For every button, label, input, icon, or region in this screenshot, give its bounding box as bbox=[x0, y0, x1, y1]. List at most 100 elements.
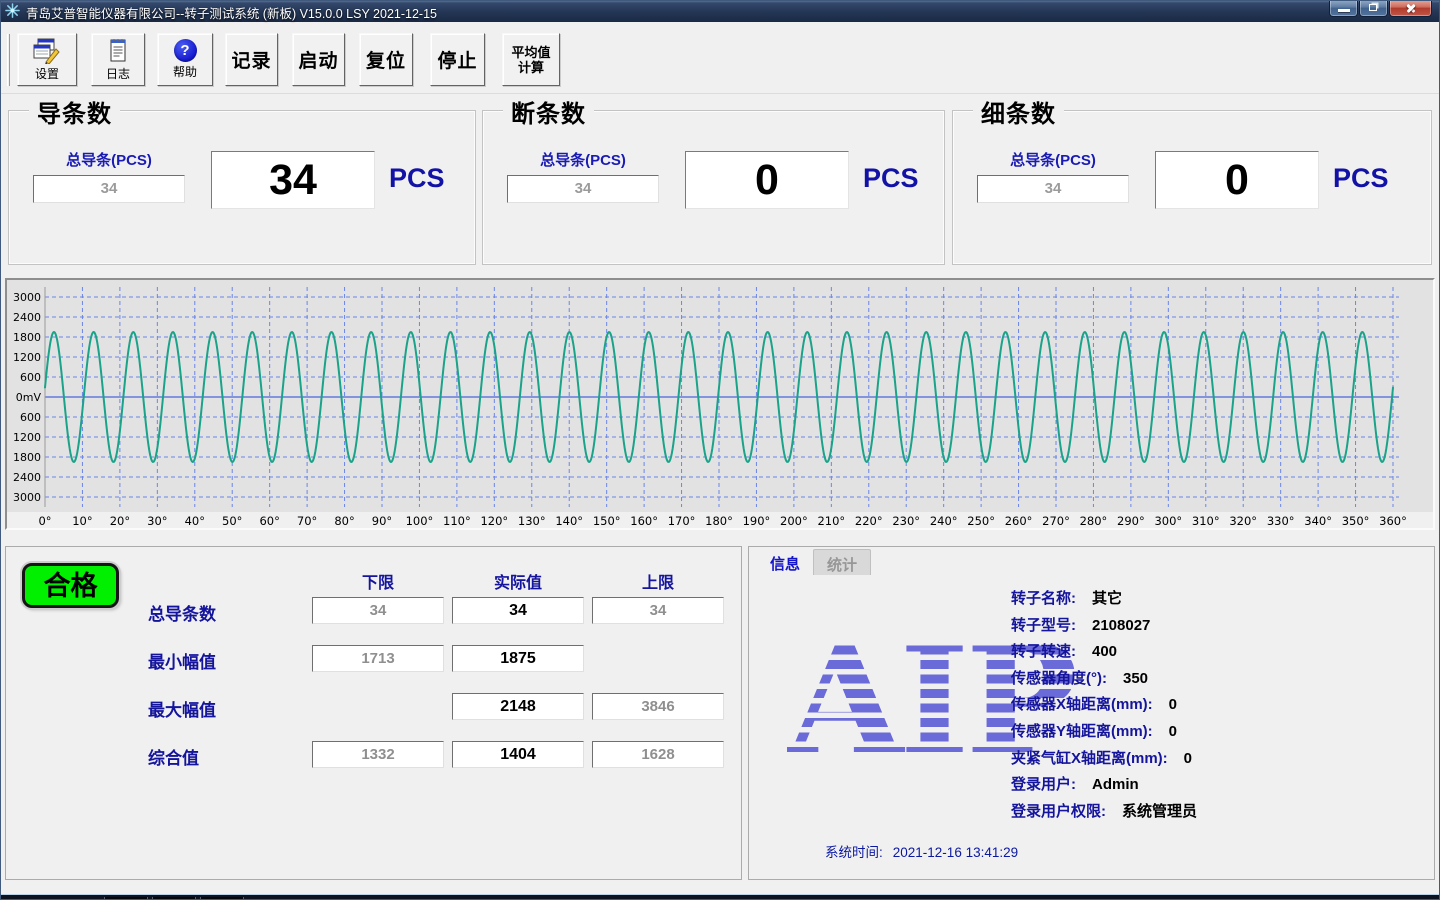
waveform-svg: 0°10°20°30°40°50°60°70°80°90°100°110°120… bbox=[7, 280, 1433, 528]
svg-text:3000: 3000 bbox=[13, 491, 41, 504]
results-lower-box: 34 bbox=[312, 597, 444, 624]
snowflake-app-icon bbox=[5, 3, 20, 18]
info-field-label: 转子转速: bbox=[1011, 643, 1076, 660]
info-field-value: 2108027 bbox=[1092, 617, 1150, 634]
help-icon: ? bbox=[174, 39, 197, 62]
svg-text:330°: 330° bbox=[1267, 514, 1295, 528]
total-bars-preset-input[interactable]: 34 bbox=[33, 175, 185, 203]
results-actual-box: 34 bbox=[452, 597, 584, 624]
broken-group-title: 断条数 bbox=[503, 94, 594, 129]
info-field-value: 400 bbox=[1092, 643, 1117, 660]
info-field: 登录用户权限:系统管理员 bbox=[1011, 800, 1197, 827]
broken-bar-count-group: 断条数 总导条(PCS) 34 0 PCS bbox=[482, 110, 945, 265]
svg-text:290°: 290° bbox=[1117, 514, 1145, 528]
total-bars-preset-input[interactable]: 34 bbox=[977, 175, 1129, 203]
start-button[interactable]: 启动 bbox=[292, 33, 345, 86]
svg-text:100°: 100° bbox=[406, 514, 434, 528]
waveform-chart: 0°10°20°30°40°50°60°70°80°90°100°110°120… bbox=[5, 278, 1435, 530]
results-actual-box: 2148 bbox=[452, 693, 584, 720]
info-field: 转子转速: 400 bbox=[1011, 640, 1197, 667]
total-bars-preset-input[interactable]: 34 bbox=[507, 175, 659, 203]
average-calc-button[interactable]: 平均值 计算 bbox=[502, 33, 560, 86]
record-button[interactable]: 记录 bbox=[225, 33, 278, 86]
conductor-count-group: 导条数 总导条(PCS) 34 34 PCS bbox=[8, 110, 476, 265]
restore-button[interactable] bbox=[1359, 0, 1388, 17]
taskbar-edge[interactable] bbox=[0, 894, 1440, 900]
svg-text:600: 600 bbox=[20, 411, 41, 424]
svg-text:0mV: 0mV bbox=[16, 391, 42, 404]
log-button-label: 日志 bbox=[106, 65, 130, 82]
settings-button[interactable]: 设置 bbox=[17, 33, 77, 86]
svg-text:600: 600 bbox=[20, 371, 41, 384]
results-row-label: 最小幅值 bbox=[148, 648, 308, 673]
svg-text:160°: 160° bbox=[630, 514, 658, 528]
svg-text:200°: 200° bbox=[780, 514, 808, 528]
info-field-value: 系统管理员 bbox=[1122, 803, 1197, 820]
svg-text:3000: 3000 bbox=[13, 291, 41, 304]
log-button[interactable]: 日志 bbox=[91, 33, 145, 86]
total-bars-label: 总导条(PCS) bbox=[977, 149, 1129, 170]
conductor-count-display: 34 bbox=[211, 151, 375, 209]
info-field-label: 传感器角度(°): bbox=[1011, 670, 1107, 687]
results-upper-box: 1628 bbox=[592, 741, 724, 768]
system-time-value: 2021-12-16 13:41:29 bbox=[893, 845, 1018, 860]
pcs-unit-label: PCS bbox=[389, 163, 445, 194]
average-calc-label-line2: 计算 bbox=[518, 60, 544, 75]
results-upper-box: 34 bbox=[592, 597, 724, 624]
broken-count-display: 0 bbox=[685, 151, 849, 209]
stop-button[interactable]: 停止 bbox=[430, 33, 485, 86]
info-field-value: 0 bbox=[1169, 696, 1177, 713]
thin-bar-count-group: 细条数 总导条(PCS) 34 0 PCS bbox=[952, 110, 1432, 265]
svg-text:60°: 60° bbox=[259, 514, 279, 528]
help-button[interactable]: ? 帮助 bbox=[157, 33, 213, 86]
svg-text:10°: 10° bbox=[72, 514, 92, 528]
svg-text:1200: 1200 bbox=[13, 351, 41, 364]
close-button[interactable] bbox=[1389, 0, 1432, 17]
svg-text:150°: 150° bbox=[593, 514, 621, 528]
results-header-upper: 上限 bbox=[592, 569, 724, 593]
info-field-label: 登录用户: bbox=[1011, 776, 1076, 793]
info-field: 转子型号: 2108027 bbox=[1011, 614, 1197, 641]
total-bars-label: 总导条(PCS) bbox=[507, 149, 659, 170]
settings-icon bbox=[33, 38, 61, 64]
svg-text:280°: 280° bbox=[1080, 514, 1108, 528]
info-field-value: 350 bbox=[1123, 670, 1148, 687]
svg-text:220°: 220° bbox=[855, 514, 883, 528]
info-field-label: 传感器Y轴距离(mm): bbox=[1011, 723, 1153, 740]
svg-text:130°: 130° bbox=[518, 514, 546, 528]
tab-stats[interactable]: 统计 bbox=[813, 549, 871, 575]
results-row-label: 最大幅值 bbox=[148, 696, 308, 721]
tab-info[interactable]: 信息 bbox=[757, 549, 813, 575]
info-field: 传感器Y轴距离(mm):0 bbox=[1011, 720, 1197, 747]
info-field: 登录用户:Admin bbox=[1011, 773, 1197, 800]
system-time-label: 系统时间: bbox=[825, 845, 883, 860]
stop-button-label: 停止 bbox=[437, 46, 477, 73]
svg-text:300°: 300° bbox=[1154, 514, 1182, 528]
info-field: 夹紧气缸X轴距离(mm):0 bbox=[1011, 747, 1197, 774]
total-bars-label: 总导条(PCS) bbox=[33, 149, 185, 170]
minimize-button[interactable] bbox=[1329, 0, 1358, 17]
svg-text:360°: 360° bbox=[1379, 514, 1407, 528]
svg-text:340°: 340° bbox=[1304, 514, 1332, 528]
thin-group-title: 细条数 bbox=[973, 94, 1064, 129]
svg-text:230°: 230° bbox=[892, 514, 920, 528]
info-field: 传感器角度(°): 350 bbox=[1011, 667, 1197, 694]
svg-text:320°: 320° bbox=[1229, 514, 1257, 528]
results-row-label: 综合值 bbox=[148, 744, 308, 769]
svg-text:140°: 140° bbox=[555, 514, 583, 528]
toolbar-grip bbox=[7, 34, 10, 86]
reset-button[interactable]: 复位 bbox=[359, 33, 413, 86]
svg-text:2400: 2400 bbox=[13, 311, 41, 324]
pass-status-badge: 合格 bbox=[22, 563, 119, 608]
svg-text:1800: 1800 bbox=[13, 451, 41, 464]
svg-text:80°: 80° bbox=[334, 514, 354, 528]
svg-text:120°: 120° bbox=[480, 514, 508, 528]
svg-text:1800: 1800 bbox=[13, 331, 41, 344]
svg-text:70°: 70° bbox=[297, 514, 317, 528]
system-time: 系统时间: 2021-12-16 13:41:29 bbox=[825, 841, 1018, 861]
pcs-unit-label: PCS bbox=[863, 163, 919, 194]
svg-text:350°: 350° bbox=[1342, 514, 1370, 528]
thin-count-display: 0 bbox=[1155, 151, 1319, 209]
info-field-label: 转子型号: bbox=[1011, 617, 1076, 634]
pcs-unit-label: PCS bbox=[1333, 163, 1389, 194]
